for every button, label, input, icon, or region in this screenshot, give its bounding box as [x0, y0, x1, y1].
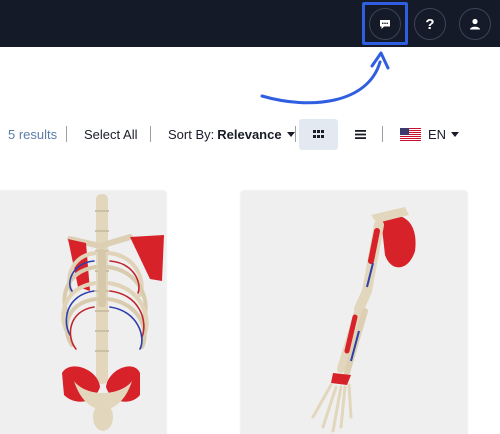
- sort-dropdown[interactable]: Sort By: Relevance: [168, 116, 295, 152]
- user-icon: [470, 18, 480, 30]
- list-view-button[interactable]: [350, 116, 370, 152]
- results-toolbar: 5 results Select All Sort By: Relevance …: [0, 116, 500, 152]
- skeleton-torso-image: [61, 194, 164, 431]
- chevron-down-icon: [286, 132, 295, 137]
- select-all-button[interactable]: Select All: [84, 116, 137, 152]
- results-count: 5 results: [8, 126, 58, 142]
- language-selector[interactable]: EN: [400, 116, 460, 152]
- chat-highlight-box: [362, 2, 408, 45]
- pointer-arrow: [260, 51, 390, 105]
- skeleton-arm-image: [311, 207, 416, 433]
- divider: [295, 126, 296, 142]
- sort-value: Relevance: [217, 126, 282, 142]
- list-icon: [354, 129, 366, 139]
- result-card-arm[interactable]: [241, 191, 467, 434]
- grid-view-button[interactable]: [299, 119, 338, 150]
- question-mark-icon: ?: [425, 15, 435, 33]
- us-flag-icon: [400, 127, 421, 141]
- account-button[interactable]: [459, 8, 491, 40]
- help-button[interactable]: ?: [414, 8, 446, 40]
- divider: [66, 126, 67, 142]
- language-code: EN: [428, 126, 447, 142]
- result-card-torso[interactable]: [0, 191, 166, 434]
- sort-label: Sort By:: [168, 126, 215, 142]
- grid-icon: [313, 130, 324, 138]
- divider: [150, 126, 151, 142]
- divider: [382, 126, 383, 142]
- chevron-down-icon: [451, 132, 460, 137]
- top-navigation-bar: ?: [0, 0, 500, 47]
